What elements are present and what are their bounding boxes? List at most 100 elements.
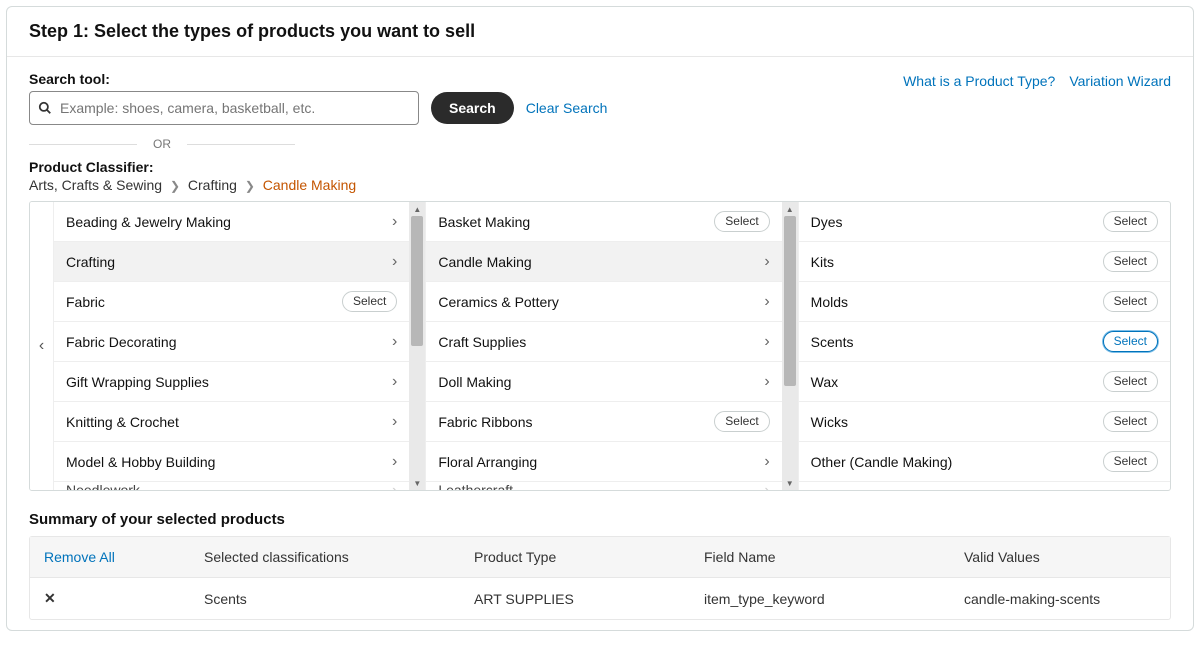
col-header-product-type: Product Type (474, 549, 704, 565)
classifier-item-label: Scents (811, 334, 854, 350)
select-button[interactable]: Select (1103, 291, 1158, 313)
search-input-container[interactable] (29, 91, 419, 125)
col-header-valid-values: Valid Values (964, 549, 1156, 565)
classifier-item[interactable]: Fabric Ribbons Select (426, 402, 781, 442)
classifier-item-label: Dyes (811, 214, 843, 230)
or-divider-text: OR (137, 137, 187, 151)
select-button[interactable]: Select (1103, 331, 1158, 353)
row-valid-values: candle-making-scents (964, 591, 1156, 607)
chevron-right-icon: › (764, 333, 769, 351)
search-input[interactable] (58, 99, 410, 117)
classifier-item-label: Gift Wrapping Supplies (66, 374, 209, 390)
select-button[interactable]: Select (1103, 211, 1158, 233)
scrollbar-thumb[interactable] (411, 216, 423, 346)
classifier-item[interactable]: Wicks Select (799, 402, 1170, 442)
breadcrumb-level-2[interactable]: Crafting (188, 177, 237, 193)
select-button[interactable]: Select (1103, 451, 1158, 473)
classifier-item[interactable]: Ceramics & Pottery › (426, 282, 781, 322)
col-header-field-name: Field Name (704, 549, 964, 565)
classifier-item[interactable]: Other (Candle Making) Select (799, 442, 1170, 482)
row-field-name: item_type_keyword (704, 591, 964, 607)
scroll-up-icon[interactable]: ▲ (409, 202, 425, 216)
classifier-item[interactable]: Fabric Decorating › (54, 322, 409, 362)
chevron-right-icon: › (764, 253, 769, 271)
breadcrumb: Arts, Crafts & Sewing ❯ Crafting ❯ Candl… (7, 175, 1193, 201)
select-button[interactable]: Select (1103, 251, 1158, 273)
chevron-right-icon: › (392, 333, 397, 351)
classifier-item-label: Knitting & Crochet (66, 414, 179, 430)
classifier-item[interactable]: Doll Making› (426, 362, 781, 402)
classifier-item-label: Ceramics & Pottery (438, 294, 559, 310)
chevron-left-icon: ‹ (39, 337, 44, 355)
scrollbar[interactable]: ▲ ▼ (409, 202, 425, 490)
classifier-item[interactable]: Kits Select (799, 242, 1170, 282)
classifier-column-2: Basket MakingSelectCandle Making›Ceramic… (426, 202, 798, 490)
search-icon (38, 101, 52, 115)
what-is-product-type-link[interactable]: What is a Product Type? (903, 73, 1055, 89)
summary-table: Remove All Selected classifications Prod… (29, 536, 1171, 620)
classifier-item[interactable]: Craft Supplies › (426, 322, 781, 362)
classifier-item-label: Floral Arranging (438, 454, 537, 470)
classifier-item-label: Molds (811, 294, 848, 310)
chevron-right-icon: › (764, 453, 769, 471)
classifier-item-label: Fabric Ribbons (438, 414, 532, 430)
classifier-item[interactable]: Model & Hobby Building› (54, 442, 409, 482)
chevron-right-icon: › (392, 253, 397, 271)
clear-search-link[interactable]: Clear Search (526, 100, 608, 116)
select-button[interactable]: Select (1103, 371, 1158, 393)
select-button[interactable]: Select (1103, 411, 1158, 433)
scrollbar[interactable]: ▲ ▼ (782, 202, 798, 490)
row-product-type: ART SUPPLIES (474, 591, 704, 607)
summary-header-row: Remove All Selected classifications Prod… (30, 537, 1170, 578)
scroll-up-icon[interactable]: ▲ (782, 202, 798, 216)
breadcrumb-level-3[interactable]: Candle Making (263, 177, 356, 193)
classifier-item[interactable]: Knitting & Crochet › (54, 402, 409, 442)
classifier-item[interactable]: Candle Making› (426, 242, 781, 282)
chevron-right-icon: › (392, 413, 397, 431)
search-label: Search tool: (29, 71, 607, 87)
chevron-right-icon: › (764, 293, 769, 311)
variation-wizard-link[interactable]: Variation Wizard (1069, 73, 1171, 89)
classifier-item-label: Model & Hobby Building (66, 454, 215, 470)
classifier-item-partial[interactable]: Leathercraft› (426, 482, 781, 490)
classifier-item-label: Crafting (66, 254, 115, 270)
classifier-item[interactable]: Dyes Select (799, 202, 1170, 242)
scrollbar-thumb[interactable] (784, 216, 796, 386)
classifier-column-1: Beading & Jewelry Making›Crafting›Fabric… (54, 202, 426, 490)
search-button[interactable]: Search (431, 92, 514, 124)
select-button[interactable]: Select (342, 291, 397, 313)
classifier-item-label: Basket Making (438, 214, 530, 230)
classifier-item-partial[interactable]: Needlework› (54, 482, 409, 490)
classifier-item[interactable]: Floral Arranging › (426, 442, 781, 482)
classifier-item[interactable]: Gift Wrapping Supplies › (54, 362, 409, 402)
classifier-item[interactable]: Molds Select (799, 282, 1170, 322)
classifier-item[interactable]: Scents Select (799, 322, 1170, 362)
classifier-column-3: Dyes Select Kits Select Molds Select Scents Sel… (799, 202, 1170, 490)
classifier-item[interactable]: Basket Making Select (426, 202, 781, 242)
row-classification: Scents (204, 591, 474, 607)
scroll-down-icon[interactable]: ▼ (782, 476, 798, 490)
classifier-item-label: Wicks (811, 414, 848, 430)
col-header-classifications: Selected classifications (204, 549, 474, 565)
chevron-right-icon: › (392, 373, 397, 391)
classifier-item[interactable]: WaxSelect (799, 362, 1170, 402)
classifier-item[interactable]: Crafting › (54, 242, 409, 282)
summary-title: Summary of your selected products (7, 491, 1193, 536)
scroll-down-icon[interactable]: ▼ (409, 476, 425, 490)
summary-row: ✕ Scents ART SUPPLIES item_type_keyword … (30, 578, 1170, 619)
nav-back-button[interactable]: ‹ (30, 202, 54, 490)
remove-all-link[interactable]: Remove All (44, 549, 115, 565)
classifier-item-label: Fabric Decorating (66, 334, 177, 350)
classifier-item-label: Craft Supplies (438, 334, 526, 350)
classifier-item-label: Kits (811, 254, 834, 270)
classifier-item-label: Other (Candle Making) (811, 454, 953, 470)
classifier-item[interactable]: FabricSelect (54, 282, 409, 322)
remove-row-button[interactable]: ✕ (44, 590, 56, 606)
select-button[interactable]: Select (714, 411, 769, 433)
step-title: Step 1: Select the types of products you… (7, 7, 1193, 57)
breadcrumb-level-1[interactable]: Arts, Crafts & Sewing (29, 177, 162, 193)
chevron-right-icon: ❯ (170, 179, 180, 193)
select-button[interactable]: Select (714, 211, 769, 233)
classifier-item[interactable]: Beading & Jewelry Making› (54, 202, 409, 242)
chevron-right-icon: › (764, 373, 769, 391)
